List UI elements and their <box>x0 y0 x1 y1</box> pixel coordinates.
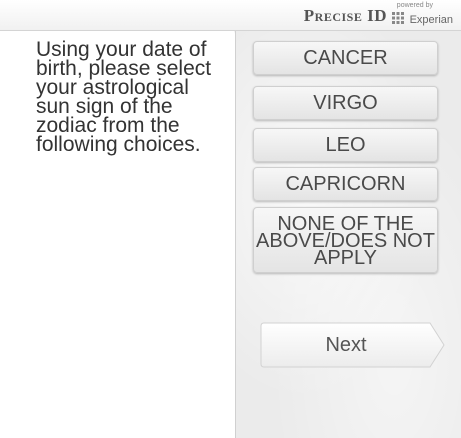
choice-none-of-the-above-button[interactable]: NONE OF THE ABOVE/DOES NOT APPLY <box>253 207 438 273</box>
powered-by-label: powered by <box>396 2 433 9</box>
brand-logo: Precise ID <box>303 6 387 25</box>
next-button-label: Next <box>325 333 367 356</box>
question-panel: Using your date of birth, please select … <box>0 31 234 438</box>
choice-cancer-button[interactable]: CANCER <box>253 41 438 75</box>
header-bar: Precise ID powered by Experian <box>0 0 461 31</box>
experian-label: Experian <box>409 14 453 26</box>
powered-by-experian: powered by Experian <box>391 2 455 28</box>
answer-panel: CANCER VIRGO LEO CAPRICORN NONE OF THE A… <box>235 31 461 438</box>
choice-leo-button[interactable]: LEO <box>253 128 438 162</box>
next-button[interactable]: Next <box>260 321 446 369</box>
choice-capricorn-button[interactable]: CAPRICORN <box>253 167 438 201</box>
choice-virgo-button[interactable]: VIRGO <box>253 86 438 120</box>
question-text: Using your date of birth, please select … <box>36 38 212 156</box>
experian-dots-icon <box>392 12 404 24</box>
